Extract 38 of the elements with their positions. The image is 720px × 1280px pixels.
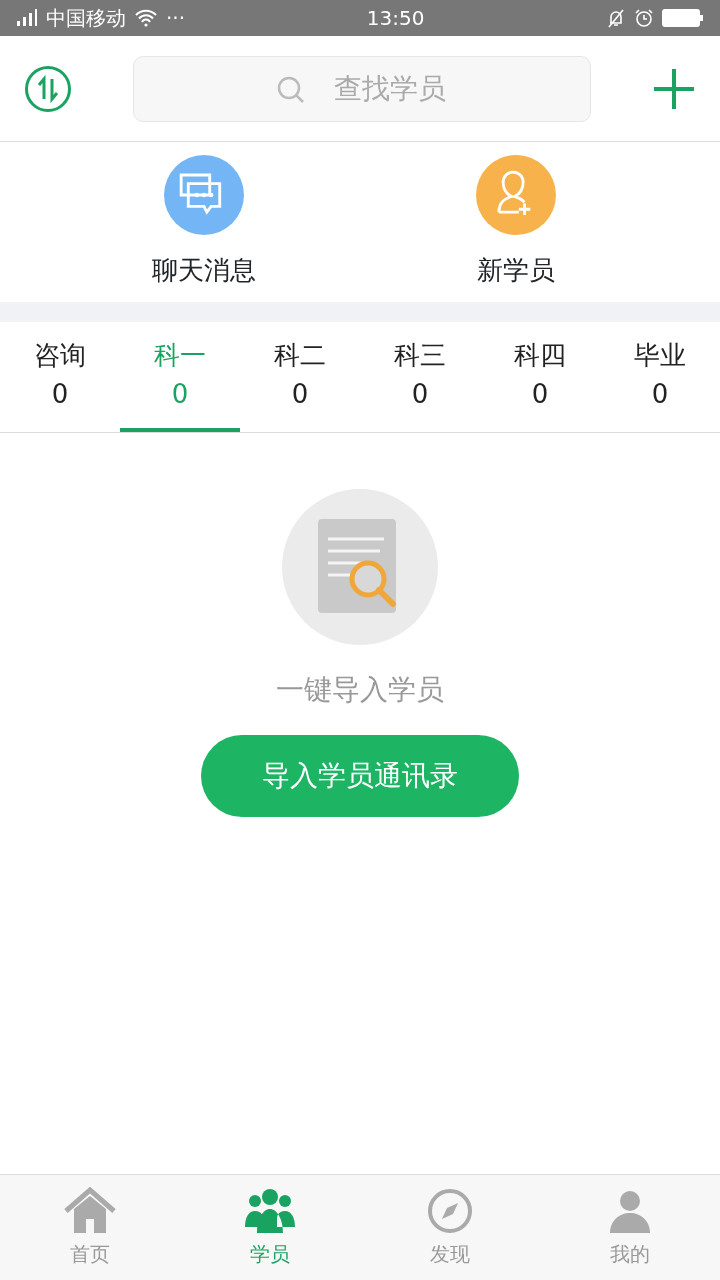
- tab[interactable]: 科二 0: [240, 322, 360, 432]
- tab[interactable]: 科四 0: [480, 322, 600, 432]
- add-person-icon[interactable]: [476, 154, 556, 235]
- document-search-icon: [282, 489, 438, 645]
- action-label[interactable]: 聊天消息: [152, 250, 256, 290]
- tab-count: 0: [171, 378, 189, 411]
- home-icon: [64, 1186, 116, 1235]
- tab-count: 0: [531, 378, 549, 411]
- tab-label: 科三: [394, 339, 446, 372]
- search-icon: [276, 74, 306, 105]
- tab[interactable]: 咨询 0: [0, 322, 120, 432]
- sort-icon[interactable]: [24, 64, 72, 113]
- tab-label: 咨询: [34, 339, 86, 372]
- tab-count: 0: [411, 378, 429, 411]
- action-label[interactable]: 新学员: [477, 250, 555, 290]
- compass-icon: [426, 1186, 474, 1235]
- bell-off-icon: [606, 8, 626, 28]
- tab-count: 0: [651, 378, 669, 411]
- tab-count: 0: [291, 378, 309, 411]
- tab-label: 科一: [154, 339, 206, 372]
- signal-icon: [16, 9, 38, 27]
- tab[interactable]: 科三 0: [360, 322, 480, 432]
- wifi-icon: [134, 9, 158, 27]
- carrier-name: 中国移动: [46, 5, 126, 32]
- status-time: 13:50: [366, 5, 425, 32]
- people-icon: [243, 1186, 297, 1235]
- add-icon[interactable]: [652, 66, 696, 111]
- tab[interactable]: 毕业 0: [600, 322, 720, 432]
- search-field[interactable]: 查找学员: [133, 55, 591, 122]
- battery-icon: [662, 8, 704, 28]
- tab-label: 科二: [274, 339, 326, 372]
- tab-label: 科四: [514, 339, 566, 372]
- tab-count: 0: [51, 378, 69, 411]
- tab-label: 毕业: [634, 339, 686, 372]
- empty-message: 一键导入学员: [276, 672, 444, 708]
- more-indicator: ···: [166, 5, 186, 32]
- alarm-icon: [634, 8, 654, 28]
- chat-icon[interactable]: [164, 154, 244, 235]
